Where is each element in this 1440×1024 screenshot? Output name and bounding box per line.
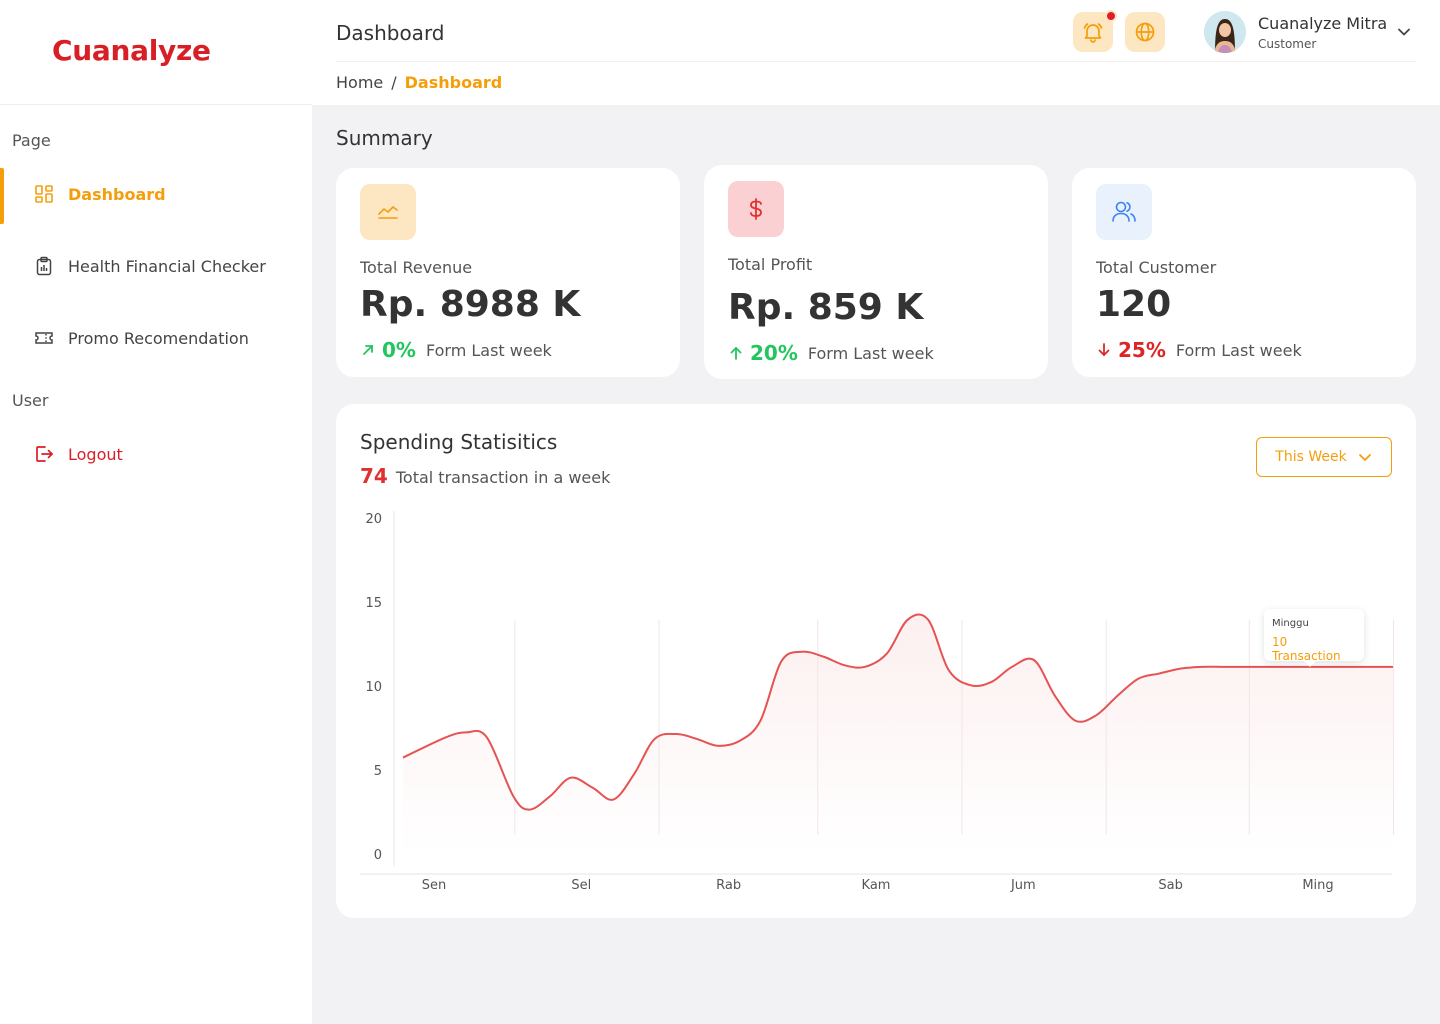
spending-statistics-card: 0 5 10 15 20 Sen Sel Rab Kam Jum Sab Ming Spending …: [336, 404, 1416, 918]
x-tick-label: Sen: [422, 878, 447, 893]
x-tick-label: Rab: [716, 878, 741, 893]
x-tick-label: Sel: [571, 878, 591, 893]
sidebar: Cuanalyze Page Dashboard Health Financia…: [0, 0, 312, 1024]
sidebar-item-label: Logout: [68, 444, 123, 464]
card-label: Total Revenue: [360, 258, 473, 277]
card-value: Rp. 859 K: [728, 287, 924, 328]
chart-tooltip: Minggu 10 Transaction: [1264, 609, 1364, 667]
card-change: 0% Form Last week: [360, 338, 552, 362]
card-change: 25% Form Last week: [1096, 338, 1302, 362]
summary-title: Summary: [336, 126, 433, 150]
logout-icon: [34, 444, 54, 464]
card-change-note: Form Last week: [425, 340, 552, 360]
y-tick-label: 15: [365, 596, 382, 611]
card-value: 120: [1096, 284, 1172, 325]
x-tick-label: Sab: [1158, 878, 1182, 893]
summary-card-customer: Total Customer 120 25% Form Last week: [1072, 168, 1416, 377]
card-change-note: Form Last week: [807, 343, 934, 363]
ticket-icon: [34, 328, 54, 348]
notification-button[interactable]: [1073, 10, 1117, 52]
stats-total-value: 74: [360, 464, 388, 488]
sidebar-item-label: Health Financial Checker: [68, 256, 266, 276]
sidebar-item-dashboard[interactable]: Dashboard: [0, 168, 312, 224]
stats-title: Spending Statisitics: [360, 430, 558, 454]
x-tick-label: Kam: [862, 878, 891, 893]
globe-icon: [1135, 22, 1155, 42]
breadcrumb-home[interactable]: Home: [336, 73, 383, 92]
section-label-user: User: [12, 391, 49, 410]
card-label: Total Customer: [1096, 258, 1217, 277]
section-label-page: Page: [12, 131, 51, 150]
stats-total-label: Total transaction in a week: [395, 468, 611, 487]
top-header: Dashboard Cuanalyze Mitra Customer Home …: [312, 0, 1440, 105]
breadcrumb-current: Dashboard: [404, 73, 503, 92]
user-menu-chevron-icon[interactable]: [1394, 22, 1414, 46]
stats-summary: 74 Total transaction in a week: [360, 464, 610, 488]
y-tick-label: 10: [365, 680, 382, 695]
card-label: Total Profit: [728, 255, 813, 274]
period-dropdown-value: This Week: [1275, 449, 1347, 465]
dollar-icon: [728, 181, 784, 237]
sidebar-divider: [0, 104, 312, 105]
bell-icon: [1083, 23, 1103, 43]
notification-dot: [1105, 10, 1117, 22]
period-dropdown[interactable]: This Week: [1256, 437, 1392, 477]
y-tick-label: 5: [374, 764, 382, 779]
header-divider: [336, 61, 1416, 62]
sidebar-item-promo-recomendation[interactable]: Promo Recomendation: [0, 312, 312, 364]
arrow-up-right-icon: [363, 345, 373, 355]
user-role: Customer: [1258, 37, 1317, 51]
series-area-fill: [403, 614, 1393, 855]
x-tick-label: Ming: [1302, 878, 1333, 893]
arrow-down-icon: [1098, 343, 1110, 357]
summary-card-revenue: Total Revenue Rp. 8988 K 0% Form Last we…: [336, 168, 680, 377]
chevron-down-icon: [1358, 454, 1371, 461]
x-tick-label: Jum: [1010, 878, 1036, 893]
sidebar-item-label: Promo Recomendation: [68, 328, 249, 348]
y-tick-label: 20: [365, 512, 382, 527]
card-change-note: Form Last week: [1175, 340, 1302, 360]
card-change-value: 25%: [1118, 338, 1166, 362]
summary-card-profit: Total Profit Rp. 859 K 20% Form Last wee…: [704, 165, 1048, 379]
y-tick-label: 0: [374, 848, 382, 863]
users-icon: [1096, 184, 1152, 240]
card-value: Rp. 8988 K: [360, 284, 581, 325]
tooltip-day: Minggu: [1272, 618, 1309, 629]
dashboard-grid-icon: [34, 184, 54, 204]
sidebar-item-health-financial-checker[interactable]: Health Financial Checker: [0, 240, 312, 292]
breadcrumb: Home / Dashboard: [336, 73, 502, 92]
card-change-value: 20%: [750, 341, 798, 365]
breadcrumb-separator: /: [391, 73, 397, 92]
avatar[interactable]: [1204, 11, 1246, 53]
app-logo[interactable]: Cuanalyze: [52, 34, 211, 67]
language-button[interactable]: [1125, 12, 1165, 52]
user-name: Cuanalyze Mitra: [1258, 14, 1388, 33]
chart-line-icon: [360, 184, 416, 240]
sidebar-item-label: Dashboard: [68, 184, 166, 204]
sidebar-item-logout[interactable]: Logout: [0, 428, 312, 480]
clipboard-icon: [34, 256, 54, 276]
card-change-value: 0%: [382, 338, 416, 362]
page-title: Dashboard: [336, 21, 445, 45]
arrow-up-icon: [730, 346, 742, 360]
card-change: 20% Form Last week: [728, 341, 934, 365]
tooltip-value: 10 Transaction: [1272, 635, 1341, 663]
